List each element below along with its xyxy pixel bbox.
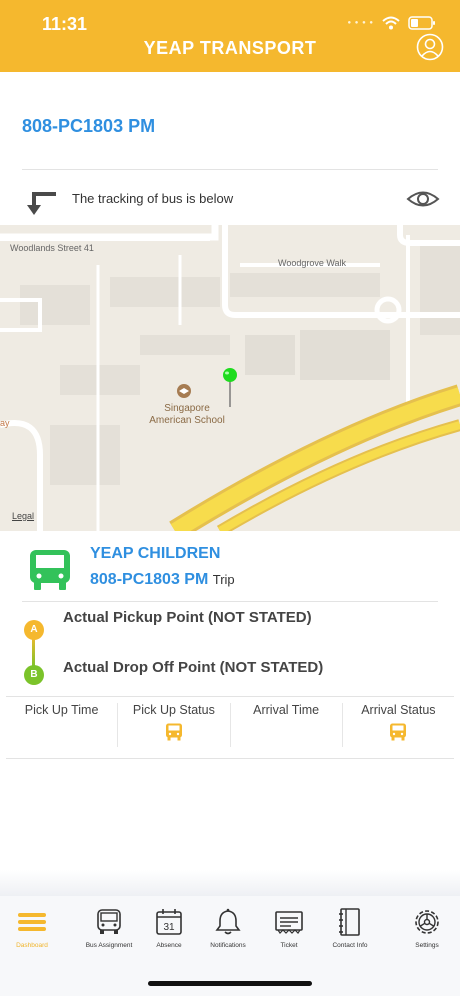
signal-icon: ● ● ● ● (347, 20, 374, 26)
status-table: Pick Up Time Pick Up Status Arrival Time… (6, 703, 454, 747)
tracking-row: The tracking of bus is below (24, 186, 440, 216)
org-name: YEAP CHILDREN (90, 545, 221, 562)
tab-label: Absence (156, 942, 182, 949)
status-col-label: Pick Up Status (132, 703, 215, 717)
tab-contact-info[interactable]: Contact Info (320, 908, 380, 949)
status-col-arrival-status: Arrival Status (343, 703, 454, 747)
bell-icon (215, 908, 241, 935)
status-col-label: Pick Up Time (24, 703, 99, 717)
home-indicator[interactable] (148, 981, 312, 986)
status-time: 11:31 (42, 14, 88, 34)
tab-ticket[interactable]: Ticket (259, 908, 319, 949)
tab-label: Notifications (210, 942, 246, 949)
status-col-arrival-time: Arrival Time (231, 703, 343, 747)
map-canvas (0, 225, 460, 531)
tracking-text: The tracking of bus is below (72, 191, 234, 206)
app-header: 11:31 ● ● ● ● YEAP TRANSPORT (0, 0, 460, 72)
status-col-pickup-time: Pick Up Time (6, 703, 119, 747)
tab-settings[interactable]: Settings (397, 908, 457, 949)
pickup-point-marker: A (24, 620, 44, 640)
map-legal-link[interactable]: Legal (12, 511, 34, 521)
map-poi-line2: American School (149, 415, 225, 426)
bus-tracking-map[interactable]: Woodlands Street 41 Woodgrove Walk ay Si… (0, 225, 460, 531)
divider (22, 169, 438, 170)
map-poi-line1: Singapore (164, 403, 210, 414)
profile-icon[interactable] (416, 33, 444, 61)
status-col-pickup-status: Pick Up Status (118, 703, 231, 747)
bus-status-icon (165, 723, 182, 741)
card-trip-code-text: 808-PC1803 PM (90, 571, 209, 588)
trip-code: 808-PC1803 PM (22, 116, 156, 136)
tab-dashboard[interactable]: Dashboard (2, 908, 62, 949)
card-trip-code: 808-PC1803 PM Trip (90, 571, 235, 589)
tab-label: Dashboard (16, 942, 48, 949)
tab-bus-assignment[interactable]: Bus Assignment (79, 908, 139, 949)
pickup-point-text: Actual Pickup Point (NOT STATED) (63, 609, 312, 626)
map-street-label: Woodgrove Walk (278, 258, 347, 268)
turn-arrow-icon (27, 192, 56, 215)
tab-absence[interactable]: 31 Absence (139, 908, 199, 949)
page-title: YEAP TRANSPORT (143, 38, 317, 58)
ticket-icon (275, 911, 303, 934)
status-col-label: Arrival Status (361, 703, 436, 717)
tab-label: Ticket (280, 942, 298, 949)
status-col-label: Arrival Time (253, 703, 320, 717)
divider (22, 601, 438, 602)
wifi-icon (382, 16, 400, 30)
calendar-day: 31 (163, 922, 175, 933)
card-trip-suffix: Trip (212, 572, 235, 587)
calendar-icon: 31 (156, 909, 182, 935)
tab-label: Contact Info (332, 942, 368, 949)
menu-icon (18, 913, 46, 931)
map-street-label: Woodlands Street 41 (10, 243, 94, 253)
map-edge-label: ay (0, 418, 10, 428)
bus-status-icon (390, 723, 407, 741)
divider (6, 696, 454, 697)
gear-icon (415, 910, 439, 934)
tab-label: Settings (415, 942, 439, 949)
divider (6, 758, 454, 759)
bus-icon (30, 550, 70, 590)
map-poi-label: Singapore American School (132, 403, 242, 427)
dropoff-point-text: Actual Drop Off Point (NOT STATED) (63, 659, 324, 676)
tab-label: Bus Assignment (85, 942, 133, 949)
bus-icon (97, 909, 121, 934)
eye-icon[interactable] (406, 186, 440, 212)
tabbar-shadow (0, 870, 460, 896)
notebook-icon (339, 908, 360, 936)
battery-icon (408, 16, 435, 30)
tab-notifications[interactable]: Notifications (198, 908, 258, 949)
status-icons: ● ● ● ● (348, 16, 437, 30)
dropoff-point-marker: B (24, 665, 44, 685)
